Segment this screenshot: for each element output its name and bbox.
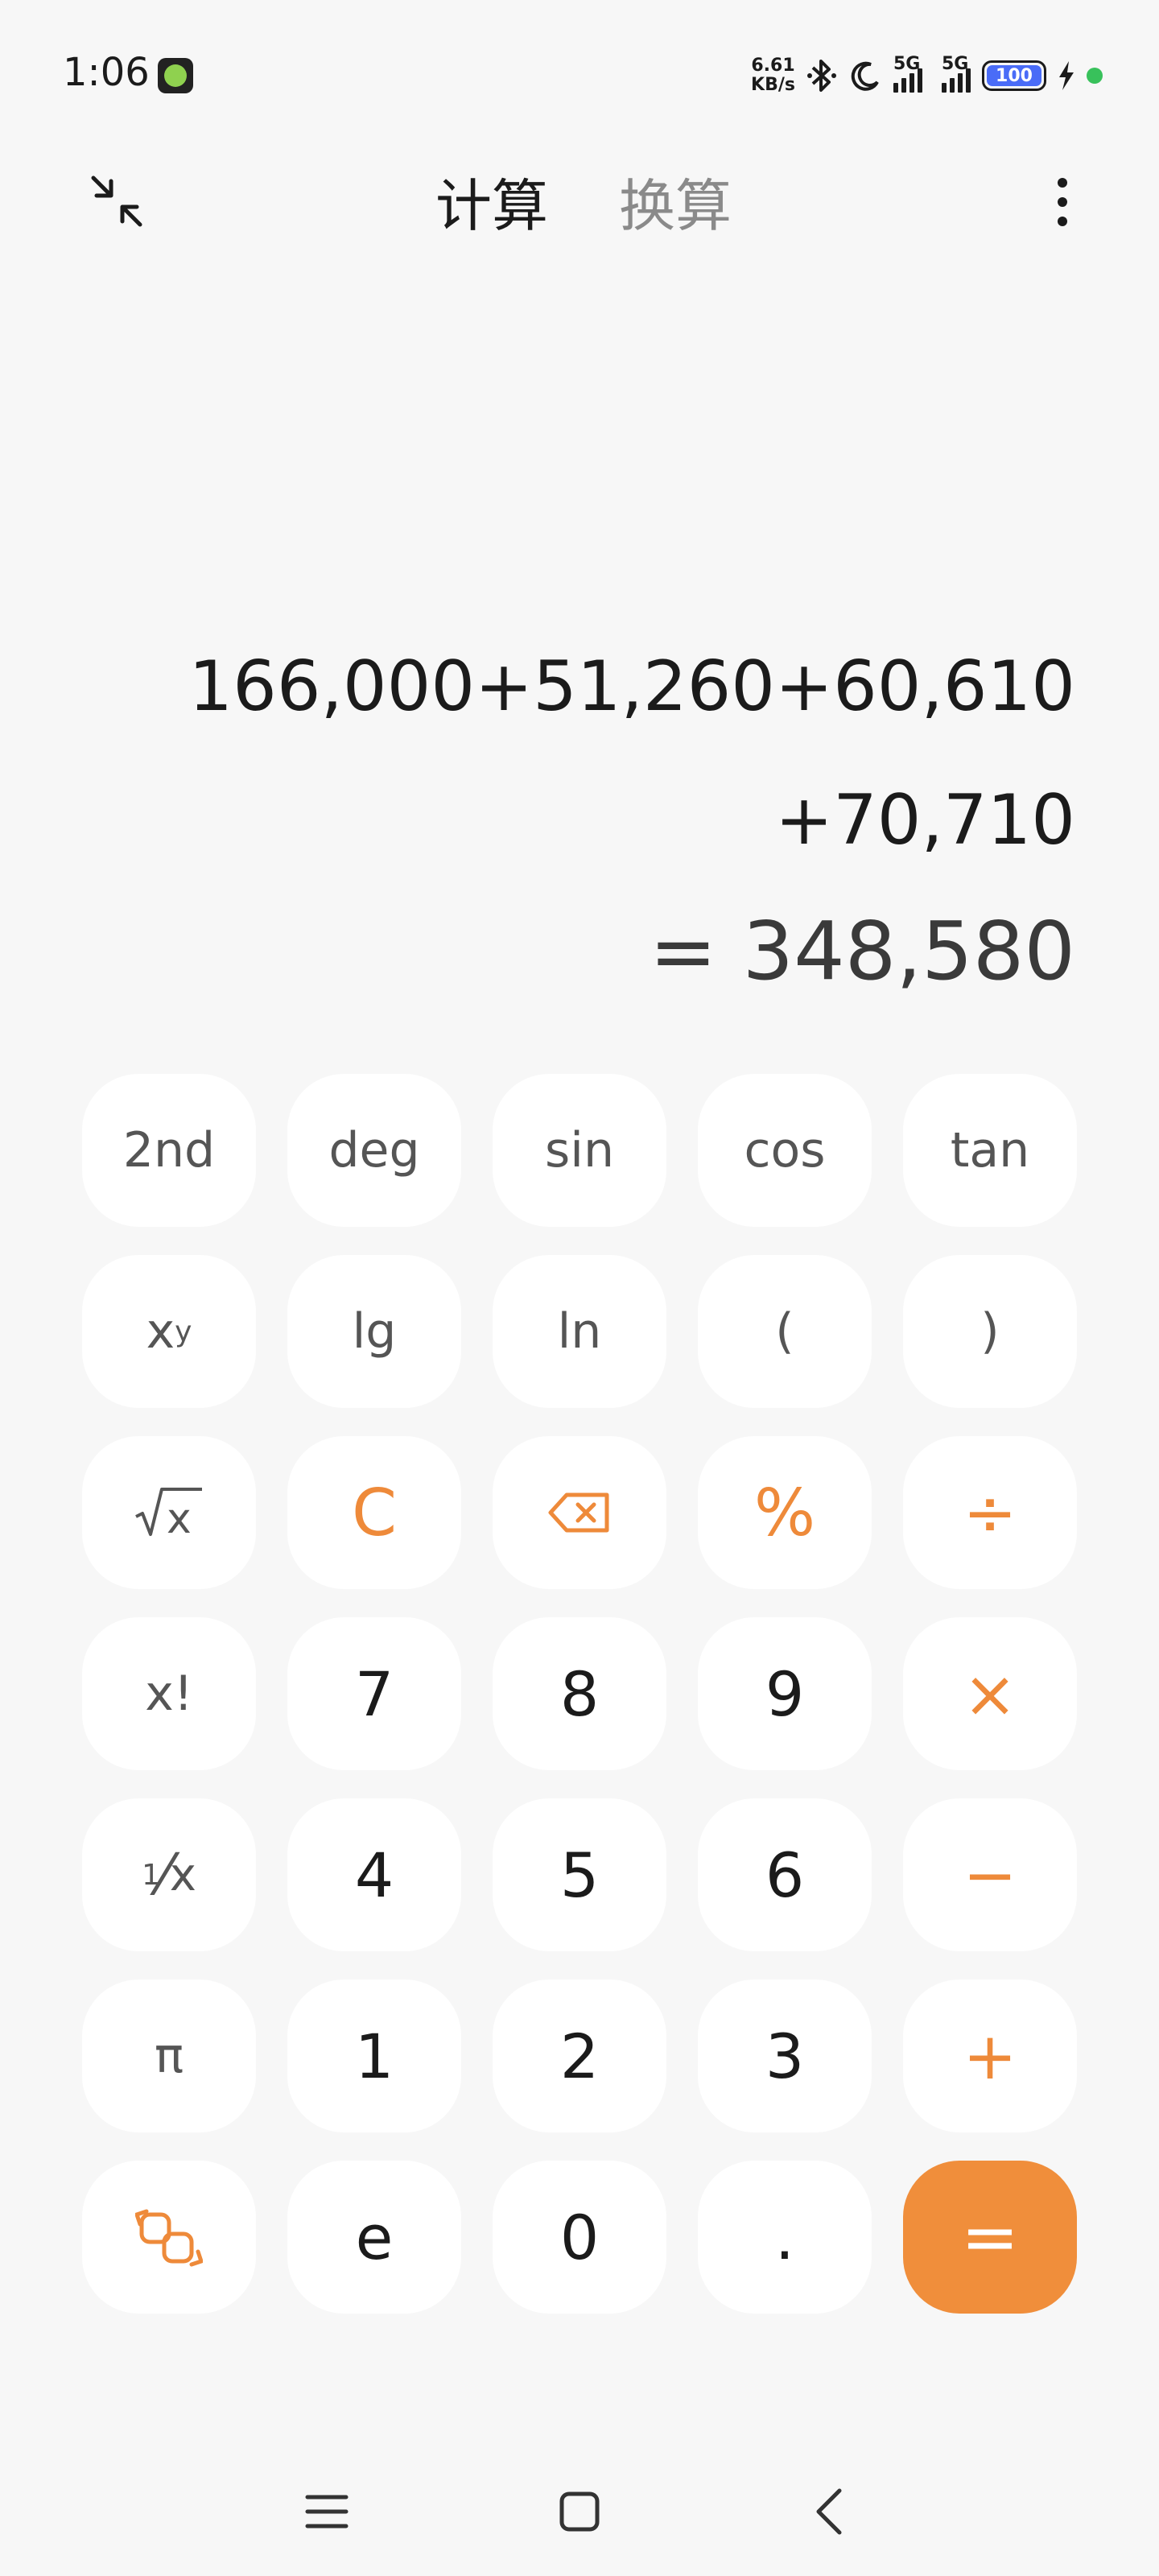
square-root-icon: x	[135, 1488, 202, 1541]
nav-menu-button[interactable]	[295, 2483, 359, 2540]
multiply-key[interactable]: ×	[903, 1617, 1077, 1770]
factorial-key[interactable]: x!	[82, 1617, 256, 1770]
power-key[interactable]: xy	[82, 1255, 256, 1408]
signal-sim1-icon: 5G	[893, 54, 922, 93]
system-nav-bar	[0, 2463, 1159, 2552]
ln-key[interactable]: ln	[493, 1255, 666, 1408]
battery-icon: 100	[982, 60, 1046, 91]
charging-bolt-icon	[1059, 61, 1074, 90]
second-function-key[interactable]: 2nd	[82, 1074, 256, 1227]
cos-key[interactable]: cos	[698, 1074, 872, 1227]
digit-9-key[interactable]: 9	[698, 1617, 872, 1770]
switch-mode-key[interactable]	[82, 2161, 256, 2314]
do-not-disturb-moon-icon	[851, 61, 879, 91]
tab-convert[interactable]: 换算	[619, 161, 732, 242]
svg-text:x: x	[167, 1495, 192, 1541]
status-time: 1:06	[63, 50, 150, 95]
digit-8-key[interactable]: 8	[493, 1617, 666, 1770]
digit-5-key[interactable]: 5	[493, 1798, 666, 1951]
left-paren-key[interactable]: (	[698, 1255, 872, 1408]
backspace-icon	[548, 1492, 609, 1533]
more-options-button[interactable]	[1038, 173, 1087, 231]
digit-2-key[interactable]: 2	[493, 1979, 666, 2132]
privacy-indicator-dot	[1087, 68, 1103, 84]
plus-key[interactable]: +	[903, 1979, 1077, 2132]
divide-key[interactable]: ÷	[903, 1436, 1077, 1589]
deg-key[interactable]: deg	[287, 1074, 461, 1227]
backspace-key[interactable]	[493, 1436, 666, 1589]
reciprocal-key[interactable]: 1 ⁄ x	[82, 1798, 256, 1951]
tab-calculate[interactable]: 计算	[435, 161, 548, 242]
back-chevron-icon	[816, 2488, 842, 2535]
sin-key[interactable]: sin	[493, 1074, 666, 1227]
nav-back-button[interactable]	[797, 2483, 861, 2540]
decimal-point-key[interactable]: .	[698, 2161, 872, 2314]
digit-7-key[interactable]: 7	[287, 1617, 461, 1770]
menu-lines-icon	[305, 2495, 349, 2529]
digit-6-key[interactable]: 6	[698, 1798, 872, 1951]
status-bar: 1:06 6.61 KB/s 5G 5G 100	[0, 0, 1159, 149]
right-paren-key[interactable]: )	[903, 1255, 1077, 1408]
digit-4-key[interactable]: 4	[287, 1798, 461, 1951]
toolbar: 计算 换算	[0, 149, 1159, 254]
net-speed: 6.61 KB/s	[751, 56, 795, 95]
more-dot-icon	[1058, 178, 1067, 188]
expression-line-1: 166,000+51,260+60,610	[188, 646, 1075, 727]
equals-key[interactable]: =	[903, 2161, 1077, 2314]
signal-sim2-icon: 5G	[942, 54, 971, 93]
lg-key[interactable]: lg	[287, 1255, 461, 1408]
pi-key[interactable]: π	[82, 1979, 256, 2132]
home-square-icon	[559, 2491, 600, 2532]
digit-3-key[interactable]: 3	[698, 1979, 872, 2132]
app-notification-icon	[158, 58, 193, 93]
keypad: 2nd deg sin cos tan xy lg ln ( ) x C % ÷…	[82, 1074, 1077, 2314]
expression-line-2: +70,710	[775, 780, 1075, 861]
minus-key[interactable]: −	[903, 1798, 1077, 1951]
mode-tabs: 计算 换算	[0, 149, 1159, 254]
tan-key[interactable]: tan	[903, 1074, 1077, 1227]
calculator-display: 166,000+51,260+60,610 +70,710 = 348,580	[80, 620, 1075, 1016]
nav-home-button[interactable]	[547, 2483, 612, 2540]
clear-key[interactable]: C	[287, 1436, 461, 1589]
switch-shapes-icon	[135, 2209, 203, 2267]
bluetooth-icon	[807, 60, 836, 92]
percent-key[interactable]: %	[698, 1436, 872, 1589]
status-icons: 6.61 KB/s 5G 5G 100	[751, 54, 1103, 97]
digit-1-key[interactable]: 1	[287, 1979, 461, 2132]
square-root-key[interactable]: x	[82, 1436, 256, 1589]
euler-e-key[interactable]: e	[287, 2161, 461, 2314]
digit-0-key[interactable]: 0	[493, 2161, 666, 2314]
result-value: = 348,580	[649, 904, 1075, 998]
